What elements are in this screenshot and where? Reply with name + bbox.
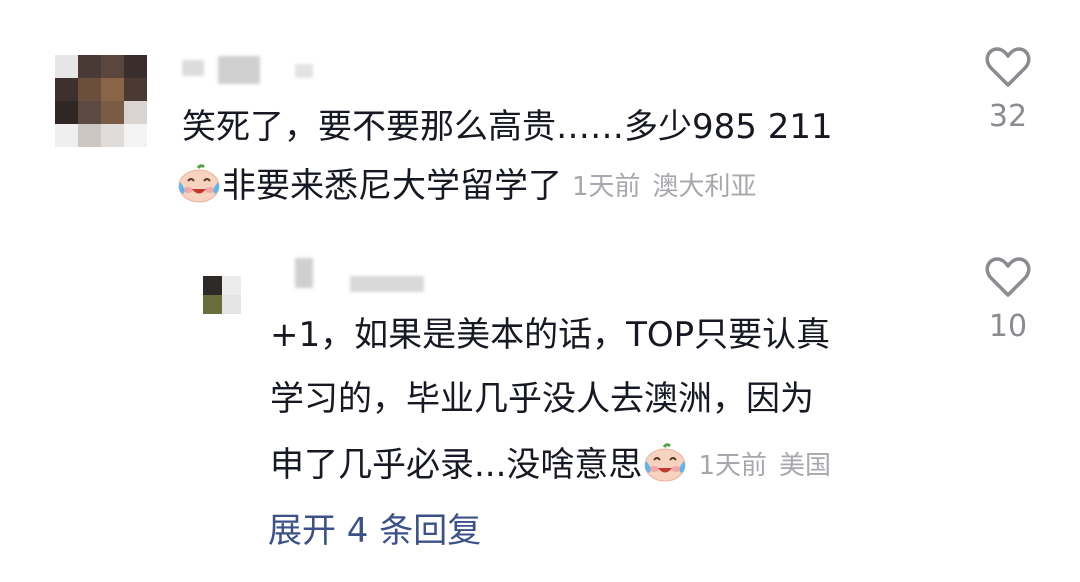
crying-laughing-emoji-icon xyxy=(178,164,220,203)
comment-text-line-1: 笑死了，要不要那么高贵……多少985 211 xyxy=(182,107,833,147)
reply-text-line-2: 学习的，毕业几乎没人去澳洲，因为 xyxy=(270,379,814,419)
comment-text-line-2: 非要来悉尼大学留学了 1天前 澳大利亚 xyxy=(176,164,757,204)
like-count: 32 xyxy=(988,99,1028,134)
comment-location: 澳大利亚 xyxy=(652,172,757,202)
avatar[interactable] xyxy=(55,55,147,147)
heart-outline-icon xyxy=(985,47,1031,87)
heart-outline-icon xyxy=(985,257,1031,297)
reply-text-line-3: 申了几乎必录...没啥意思 1天前 美国 xyxy=(270,443,831,483)
crying-laughing-emoji-icon xyxy=(644,443,686,482)
comment-text: 非要来悉尼大学留学了 xyxy=(222,166,562,206)
reply-like-button[interactable]: 10 xyxy=(968,255,1048,344)
reply-text-line-1: +1，如果是美本的话，TOP只要认真 xyxy=(270,315,831,355)
reply-avatar[interactable] xyxy=(203,276,241,314)
comment-time: 1天前 xyxy=(572,172,641,202)
reply-time: 1天前 xyxy=(698,451,767,481)
reply-location: 美国 xyxy=(778,451,831,481)
reply-text: 申了几乎必录...没啥意思 xyxy=(270,445,643,485)
reply-like-count: 10 xyxy=(988,309,1028,344)
expand-replies-button[interactable]: 展开 4 条回复 xyxy=(268,514,481,548)
like-button[interactable]: 32 xyxy=(968,45,1048,134)
